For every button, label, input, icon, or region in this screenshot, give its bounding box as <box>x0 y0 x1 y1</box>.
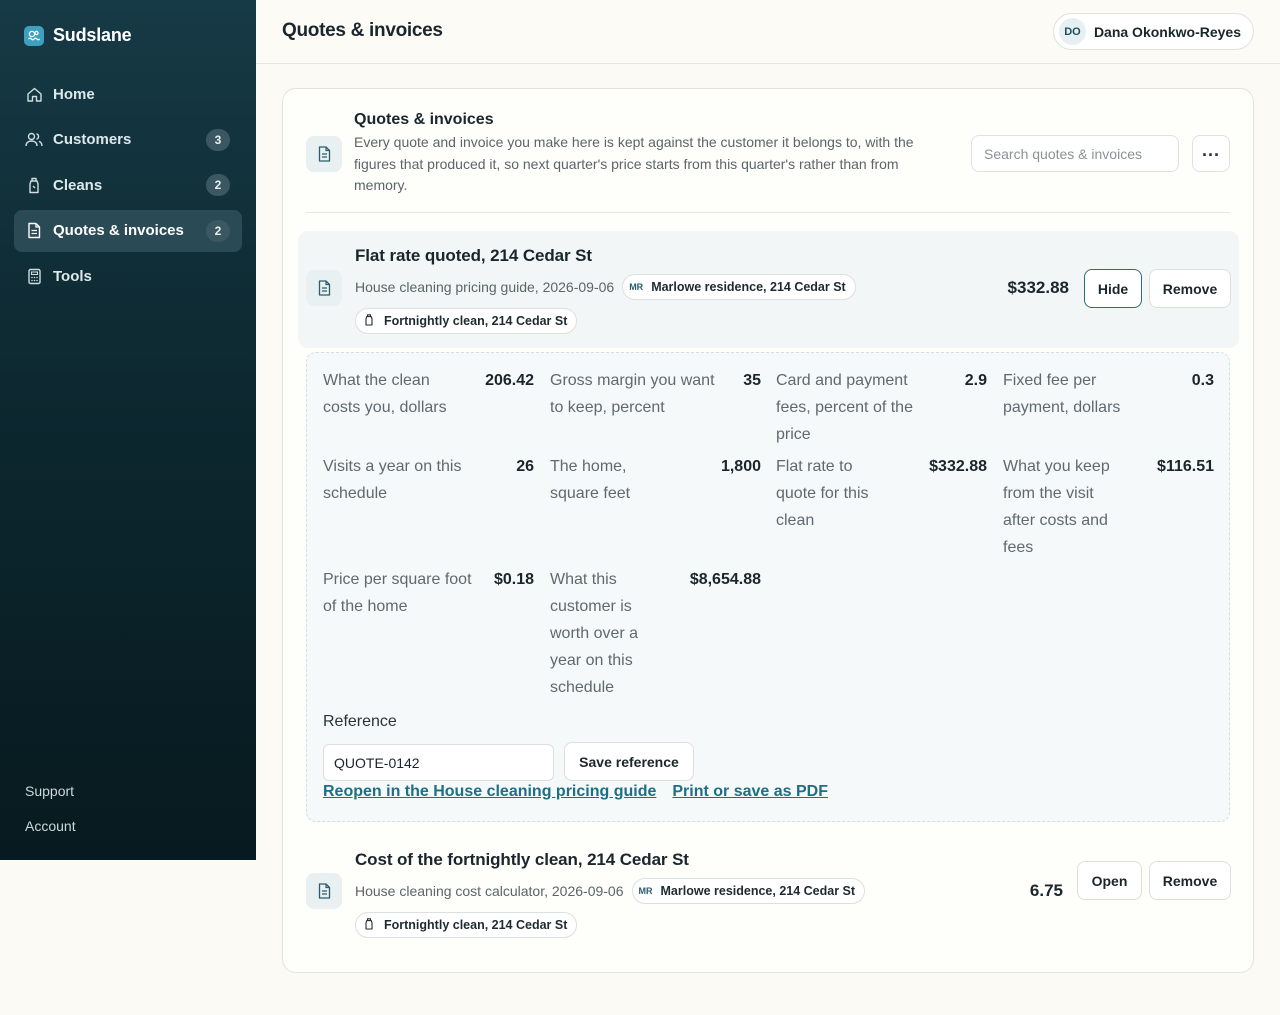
clean-pill[interactable]: Fortnightly clean, 214 Cedar St <box>355 308 578 334</box>
reference-input[interactable] <box>323 744 554 781</box>
sidebar-item-quotes-invoices[interactable]: Quotes & invoices 2 <box>14 209 242 252</box>
customer-initials: MR <box>629 282 644 292</box>
field-card-fees: Card and payment fees, percent of the pr… <box>776 367 987 448</box>
field-fixed-fee: Fixed fee per payment, dollars 0.3 <box>1003 367 1214 421</box>
record-row[interactable]: Flat rate quoted, 214 Cedar St House cle… <box>298 231 1239 348</box>
brand-name: Sudslane <box>53 25 132 45</box>
sidebar: Sudslane Home Customers 3 Cleans 2 Quote… <box>0 0 256 860</box>
page-title: Quotes & invoices <box>282 20 443 41</box>
field-value: 26 <box>516 458 534 475</box>
record-meta: House cleaning cost calculator, 2026-09-… <box>355 878 866 904</box>
count-badge: 2 <box>206 174 230 196</box>
user-name: Dana Okonkwo-Reyes <box>1093 23 1241 40</box>
top-bar: Quotes & invoices DO Dana Okonkwo-Reyes <box>256 0 1280 64</box>
field-value: 35 <box>743 372 761 389</box>
record-meta: House cleaning pricing guide, 2026-09-06… <box>355 274 856 300</box>
field-value: 206.42 <box>485 372 534 389</box>
remove-button[interactable]: Remove <box>1149 861 1231 900</box>
sidebar-item-label: Home <box>53 85 95 103</box>
record-tags: Fortnightly clean, 214 Cedar St <box>355 912 578 938</box>
field-clean-cost: What the clean costs you, dollars 206.42 <box>323 367 534 421</box>
count-badge: 2 <box>206 219 230 242</box>
sidebar-item-label: Quotes & invoices <box>53 222 184 239</box>
sidebar-nav: Home Customers 3 Cleans 2 Quotes & invoi… <box>14 73 242 301</box>
document-icon <box>25 222 43 240</box>
card-header: Quotes & invoices Every quote and invoic… <box>306 109 1230 213</box>
record-row[interactable]: Cost of the fortnightly clean, 214 Cedar… <box>298 835 1239 945</box>
count-badge: 3 <box>206 128 230 151</box>
spray-bottle-icon <box>361 918 377 932</box>
quotes-card: Quotes & invoices Every quote and invoic… <box>282 88 1254 973</box>
card-title: Quotes & invoices <box>354 111 494 128</box>
field-value: $116.51 <box>1157 458 1214 475</box>
more-options-button[interactable]: ... <box>1192 135 1230 172</box>
document-icon <box>306 873 342 909</box>
reference-label: Reference <box>323 713 397 730</box>
customer-pill[interactable]: MR Marlowe residence, 214 Cedar St <box>622 274 856 300</box>
print-pdf-link[interactable]: Print or save as PDF <box>672 783 828 801</box>
remove-button[interactable]: Remove <box>1149 269 1231 308</box>
field-value: $332.88 <box>929 458 987 475</box>
brand[interactable]: Sudslane <box>24 25 132 46</box>
more-dots-icon: ... <box>1201 139 1220 160</box>
home-icon <box>25 85 43 103</box>
record-amount: $332.88 <box>1007 278 1069 297</box>
field-flat-rate: Flat rate to quote for this clean $332.8… <box>776 453 987 534</box>
sidebar-item-cleans[interactable]: Cleans 2 <box>14 164 242 206</box>
open-button[interactable]: Open <box>1077 861 1142 900</box>
reopen-pricing-guide-link[interactable]: Reopen in the House cleaning pricing gui… <box>323 783 656 801</box>
field-value: 2.9 <box>964 372 987 389</box>
field-square-feet: The home, square feet 1,800 <box>550 453 761 507</box>
document-icon <box>306 270 342 306</box>
document-icon <box>306 136 342 172</box>
record-title: Flat rate quoted, 214 Cedar St <box>355 246 592 265</box>
sidebar-item-label: Tools <box>53 267 92 285</box>
search-input[interactable] <box>971 135 1179 172</box>
field-value: $0.18 <box>493 571 534 588</box>
sidebar-item-label: Customers <box>53 131 132 148</box>
user-menu[interactable]: DO Dana Okonkwo-Reyes <box>1052 13 1254 50</box>
customer-initials: MR <box>638 886 653 896</box>
record-title: Cost of the fortnightly clean, 214 Cedar… <box>355 850 689 869</box>
clean-label: Fortnightly clean, 214 Cedar St <box>384 918 568 932</box>
sidebar-footer: Support Account <box>25 783 76 853</box>
field-customer-year-value: What this customer is worth over a year … <box>550 566 761 701</box>
field-gross-margin: Gross margin you want to keep, percent 3… <box>550 367 761 421</box>
record-source: House cleaning cost calculator, 2026-09-… <box>355 883 624 899</box>
field-value: $8,654.88 <box>689 571 761 588</box>
sidebar-item-tools[interactable]: Tools <box>14 255 242 297</box>
customer-label: Marlowe residence, 214 Cedar St <box>660 884 856 898</box>
clean-label: Fortnightly clean, 214 Cedar St <box>384 314 568 328</box>
record-details-panel: What the clean costs you, dollars 206.42… <box>306 352 1230 822</box>
record-amount: 6.75 <box>1029 881 1063 900</box>
hide-button[interactable]: Hide <box>1084 269 1142 308</box>
record-tags: Fortnightly clean, 214 Cedar St <box>355 308 578 334</box>
clean-pill[interactable]: Fortnightly clean, 214 Cedar St <box>355 912 578 938</box>
sidebar-item-label: Cleans <box>53 176 103 194</box>
support-link[interactable]: Support <box>25 783 76 803</box>
users-icon <box>25 131 43 149</box>
customer-label: Marlowe residence, 214 Cedar St <box>651 280 846 294</box>
save-reference-button[interactable]: Save reference <box>564 742 694 781</box>
calculator-icon <box>25 267 43 285</box>
field-visits-per-year: Visits a year on this schedule 26 <box>323 453 534 507</box>
record-source: House cleaning pricing guide, 2026-09-06 <box>355 279 615 295</box>
field-value: 0.3 <box>1191 372 1214 389</box>
account-link[interactable]: Account <box>25 818 76 838</box>
sudslane-logo-icon <box>24 25 44 46</box>
sidebar-item-customers[interactable]: Customers 3 <box>14 119 242 161</box>
customer-pill[interactable]: MR Marlowe residence, 214 Cedar St <box>631 878 866 904</box>
avatar: DO <box>1058 18 1086 45</box>
record-links: Reopen in the House cleaning pricing gui… <box>323 783 828 801</box>
card-description: Every quote and invoice you make here is… <box>354 134 914 193</box>
spray-bottle-icon <box>361 314 377 328</box>
field-price-per-sqft: Price per square foot of the home $0.18 <box>323 566 534 620</box>
field-what-you-keep: What you keep from the visit after costs… <box>1003 453 1214 561</box>
sidebar-item-home[interactable]: Home <box>14 73 242 115</box>
field-value: 1,800 <box>720 458 761 475</box>
spray-bottle-icon <box>25 176 43 194</box>
